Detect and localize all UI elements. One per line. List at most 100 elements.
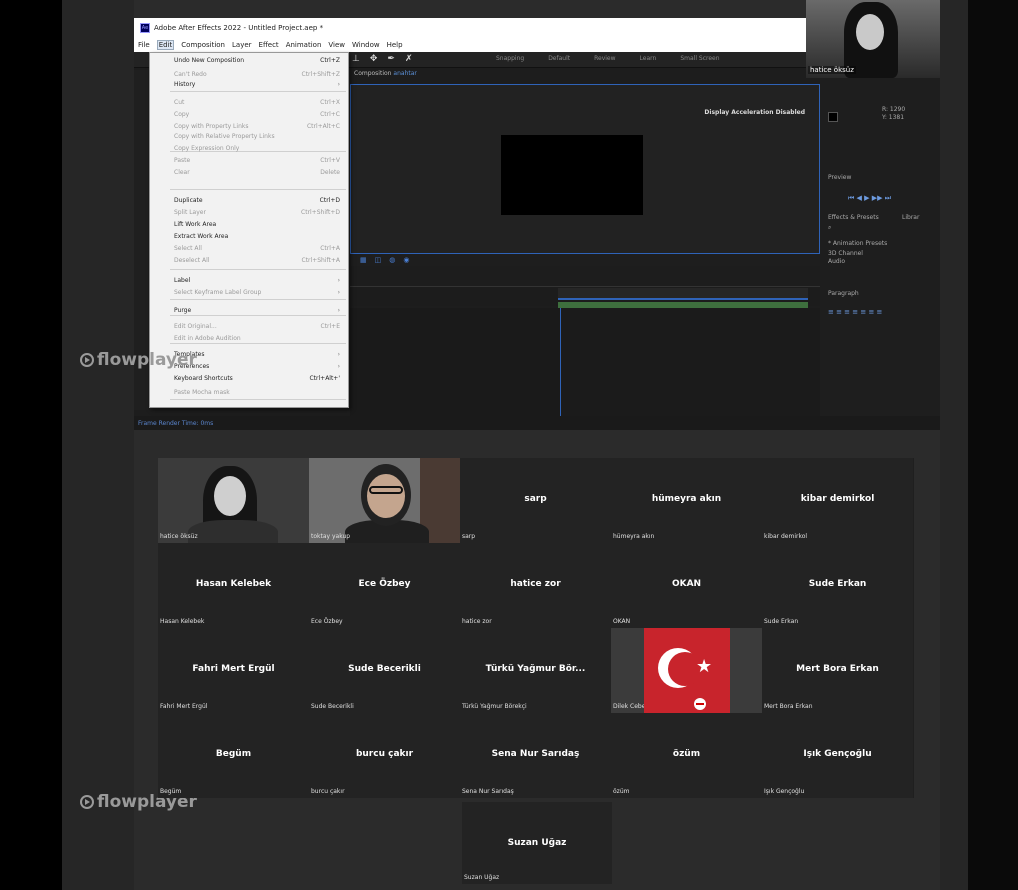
workspace-0[interactable]: Snapping [496, 55, 524, 62]
menu-item-copy-with-property-links: Copy with Property Links Ctrl+Alt+C [150, 121, 348, 131]
preview-panel-title[interactable]: Preview [828, 174, 851, 181]
menu-help[interactable]: Help [387, 41, 403, 49]
menu-item-label[interactable]: Label › [150, 275, 348, 285]
channel-item[interactable]: 3D Channel [828, 250, 863, 257]
participant-center-name: burcu çakır [355, 749, 414, 759]
menu-item-label: Paste Mocha mask [174, 388, 230, 396]
menu-file[interactable]: File [138, 41, 150, 49]
anchor-tool-icon[interactable]: ✥ [370, 54, 378, 64]
participant-tile[interactable]: Begüm Begüm [158, 713, 309, 798]
menu-item-shortcut: Ctrl+V [320, 156, 340, 164]
menu-item-keyboard-shortcuts[interactable]: Keyboard Shortcuts Ctrl+Alt+' [150, 373, 348, 383]
participant-label: Sena Nur Sarıdaş [462, 788, 514, 795]
rotate-tool-icon[interactable]: ⊥ [352, 54, 360, 64]
menu-item-purge[interactable]: Purge › [150, 305, 348, 315]
ae-window-title: Adobe After Effects 2022 - Untitled Proj… [154, 24, 324, 32]
participant-tile[interactable]: Işık Gençoğlu Işık Gençoğlu [762, 713, 913, 798]
composition-tab[interactable]: Composition anahtar [350, 70, 820, 82]
participant-tile[interactable]: Türkü Yağmur Bör... Türkü Yağmur Börekçi [460, 628, 611, 713]
workspace-2[interactable]: Review [594, 55, 615, 62]
menu-item-copy-with-relative-property-links: Copy with Relative Property Links [150, 131, 348, 141]
participant-tile[interactable]: hümeyra akın hümeyra akın [611, 458, 762, 543]
pin-tool-icon[interactable]: ✗ [405, 54, 413, 64]
menu-item-split-layer: Split Layer Ctrl+Shift+D [150, 207, 348, 217]
participant-center-name: Hasan Kelebek [195, 579, 272, 589]
presenter-name: hatice öksüz [808, 66, 856, 74]
menu-effect[interactable]: Effect [259, 41, 279, 49]
participant-tile[interactable]: toktay yakup [309, 458, 460, 543]
menu-window[interactable]: Window [352, 41, 380, 49]
grid-icon[interactable]: ▦ [360, 256, 367, 264]
submenu-arrow-icon: › [337, 276, 340, 284]
pen-tool-icon[interactable]: ✒ [387, 54, 395, 64]
menu-view[interactable]: View [328, 41, 345, 49]
participant-tile[interactable]: Sude Erkan Sude Erkan [762, 543, 913, 628]
timeline-layers[interactable] [350, 308, 560, 418]
participant-tile[interactable]: Sude Becerikli Sude Becerikli [309, 628, 460, 713]
workspace-3[interactable]: Learn [640, 55, 657, 62]
participant-tile[interactable]: burcu çakır burcu çakır [309, 713, 460, 798]
camera-icon[interactable]: ◉ [403, 256, 409, 264]
participant-tile[interactable]: Sena Nur Sarıdaş Sena Nur Sarıdaş [460, 713, 611, 798]
participant-tile[interactable]: hatice zor hatice zor [460, 543, 611, 628]
menu-item-shortcut: Ctrl+Alt+C [306, 122, 340, 130]
left-black-bar [0, 0, 62, 890]
participant-label: burcu çakır [311, 788, 345, 795]
menu-item-duplicate[interactable]: Duplicate Ctrl+D [150, 195, 348, 205]
menu-item-undo-new-composition[interactable]: Undo New Composition Ctrl+Z [150, 55, 348, 65]
menu-item-extract-work-area[interactable]: Extract Work Area [150, 231, 348, 241]
submenu-arrow-icon: › [337, 288, 340, 296]
participant-tile[interactable]: kibar demirkol kibar demirkol [762, 458, 913, 543]
presenter-video[interactable]: hatice öksüz [806, 0, 940, 78]
channel-icon[interactable]: ◍ [389, 256, 395, 264]
menu-layer[interactable]: Layer [232, 41, 252, 49]
participant-label: kibar demirkol [764, 533, 808, 540]
workspace-4[interactable]: Small Screen [680, 55, 719, 62]
participant-tile[interactable]: sarp sarp [460, 458, 611, 543]
menu-item-label: Label [174, 276, 191, 284]
participant-tile[interactable]: Suzan Uğaz Suzan Uğaz [462, 802, 612, 884]
viewer-controls[interactable]: ▦ ◫ ◍ ◉ [350, 254, 820, 266]
composition-viewer[interactable]: Display Acceleration Disabled [350, 84, 820, 254]
menu-composition[interactable]: Composition [181, 41, 225, 49]
participant-grid: hatice öksüz toktay yakup sarp sarp hümeyra … [158, 458, 914, 798]
menu-item-shortcut: Ctrl+Z [320, 56, 340, 64]
menu-separator [170, 91, 346, 92]
audio-item[interactable]: Audio [828, 258, 845, 265]
participant-body [188, 520, 278, 543]
menu-edit[interactable]: Edit [156, 40, 175, 50]
participant-tile[interactable]: hatice öksüz [158, 458, 309, 543]
participant-tile[interactable]: Hasan Kelebek Hasan Kelebek [158, 543, 309, 628]
timeline-tracks[interactable] [560, 308, 820, 418]
menu-item-label: Paste [174, 156, 191, 164]
participant-label: Türkü Yağmur Börekçi [462, 703, 527, 710]
playback-controls[interactable]: ⏮ ◀ ▶ ▶▶ ⏭ [848, 194, 891, 203]
menu-item-deselect-all: Deselect All Ctrl+Shift+A [150, 255, 348, 265]
timeline-ruler[interactable] [558, 288, 808, 300]
participant-label: Hasan Kelebek [160, 618, 205, 625]
effects-presets-tab[interactable]: Effects & Presets [828, 214, 879, 221]
participant-center-name: Begüm [215, 749, 252, 759]
menu-item-history[interactable]: History › [150, 79, 348, 89]
glasses [369, 486, 403, 494]
search-icon[interactable]: ⌕ [828, 224, 831, 232]
participant-tile[interactable]: özüm özüm [611, 713, 762, 798]
participant-center-name: Mert Bora Erkan [796, 664, 879, 674]
info-g: Y: 1381 [882, 114, 905, 121]
submenu-arrow-icon: › [337, 362, 340, 370]
paragraph-align-icons[interactable]: ≡ ≡ ≡ ≡ ≡ ≡ ≡ [828, 308, 882, 316]
workspace-1[interactable]: Default [548, 55, 570, 62]
animation-presets-item[interactable]: * Animation Presets [828, 240, 887, 247]
menu-item-label: Copy [174, 110, 190, 118]
participant-tile[interactable]: Ece Özbey Ece Özbey [309, 543, 460, 628]
mask-icon[interactable]: ◫ [375, 256, 382, 264]
library-tab[interactable]: Librar [902, 214, 919, 221]
menu-item-lift-work-area[interactable]: Lift Work Area [150, 219, 348, 229]
participant-center-name: Sena Nur Sarıdaş [491, 749, 580, 759]
participant-tile[interactable]: Mert Bora Erkan Mert Bora Erkan [762, 628, 913, 713]
participant-tile[interactable]: OKAN OKAN [611, 543, 762, 628]
menu-animation[interactable]: Animation [286, 41, 322, 49]
menu-item-label: Purge [174, 306, 192, 314]
participant-tile[interactable]: Fahri Mert Ergül Fahri Mert Ergül [158, 628, 309, 713]
paragraph-panel-title[interactable]: Paragraph [828, 290, 859, 297]
